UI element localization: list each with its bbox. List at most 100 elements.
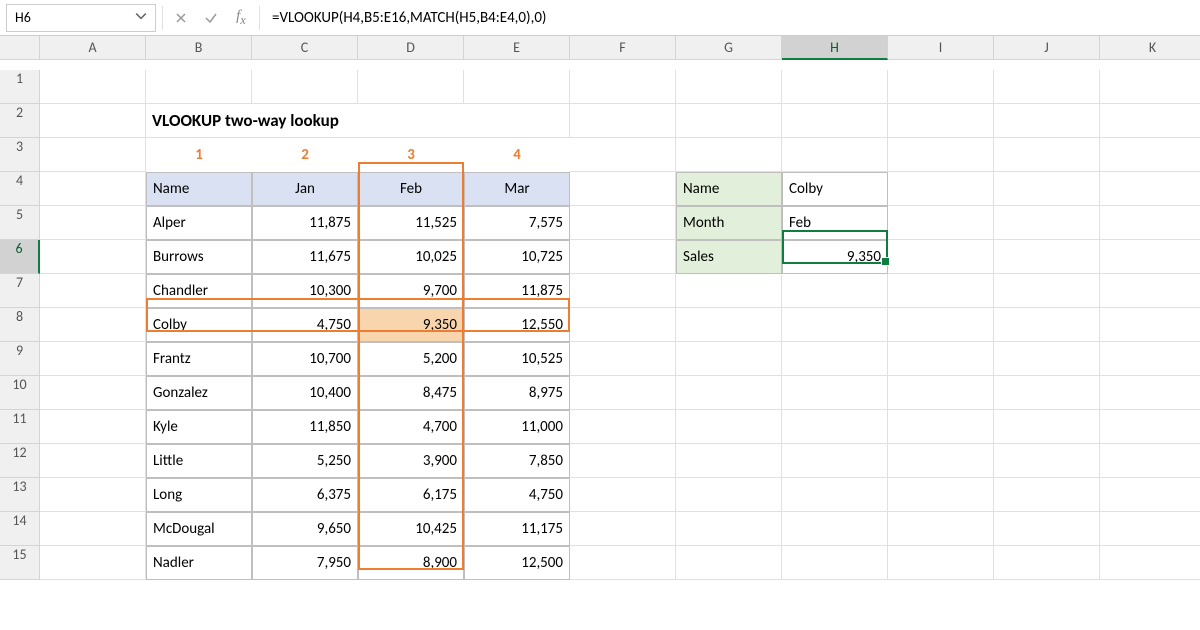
cell[interactable] <box>570 342 676 376</box>
cell[interactable] <box>782 478 888 512</box>
cell[interactable] <box>1100 376 1200 410</box>
table-cell[interactable]: 3,900 <box>358 444 464 478</box>
table-cell[interactable]: 8,900 <box>358 546 464 580</box>
table-cell[interactable]: Nadler <box>146 546 252 580</box>
cell[interactable] <box>570 240 676 274</box>
row-header[interactable]: 1 <box>0 70 40 104</box>
cell[interactable] <box>888 138 994 172</box>
cell[interactable] <box>1100 240 1200 274</box>
cell[interactable] <box>782 546 888 580</box>
row-header[interactable]: 6 <box>0 240 40 274</box>
cell[interactable] <box>464 70 570 104</box>
cell[interactable] <box>676 70 782 104</box>
cell[interactable] <box>146 70 252 104</box>
cell[interactable] <box>994 546 1100 580</box>
table-cell[interactable]: 5,200 <box>358 342 464 376</box>
row-header[interactable]: 3 <box>0 138 40 172</box>
row-header[interactable]: 9 <box>0 342 40 376</box>
cell[interactable] <box>994 274 1100 308</box>
table-cell[interactable]: 4,750 <box>252 308 358 342</box>
cell[interactable] <box>994 172 1100 206</box>
cell[interactable] <box>40 138 146 172</box>
table-cell[interactable]: Kyle <box>146 410 252 444</box>
table-cell[interactable]: 10,725 <box>464 240 570 274</box>
col-header[interactable]: E <box>464 36 570 60</box>
cell[interactable] <box>570 444 676 478</box>
table-cell[interactable]: 11,525 <box>358 206 464 240</box>
cell[interactable] <box>994 138 1100 172</box>
table-cell[interactable]: McDougal <box>146 512 252 546</box>
cell[interactable] <box>570 172 676 206</box>
row-header[interactable]: 8 <box>0 308 40 342</box>
cell[interactable] <box>676 342 782 376</box>
col-header[interactable]: J <box>994 36 1100 60</box>
row-header[interactable]: 5 <box>0 206 40 240</box>
table-cell[interactable]: 11,875 <box>252 206 358 240</box>
select-all-corner[interactable] <box>0 36 40 60</box>
table-cell[interactable]: 6,375 <box>252 478 358 512</box>
cell[interactable] <box>570 70 676 104</box>
cell[interactable] <box>40 546 146 580</box>
lookup-label[interactable]: Name <box>676 172 782 206</box>
table-cell[interactable]: 11,875 <box>464 274 570 308</box>
table-cell[interactable]: 4,750 <box>464 478 570 512</box>
table-cell[interactable]: Alper <box>146 206 252 240</box>
cell[interactable] <box>676 478 782 512</box>
table-cell[interactable]: Frantz <box>146 342 252 376</box>
cell[interactable] <box>676 410 782 444</box>
cancel-icon[interactable] <box>169 6 193 30</box>
cell[interactable] <box>676 308 782 342</box>
row-header[interactable]: 4 <box>0 172 40 206</box>
cell[interactable] <box>40 512 146 546</box>
table-cell[interactable]: 11,000 <box>464 410 570 444</box>
cell[interactable] <box>888 546 994 580</box>
cell[interactable] <box>40 308 146 342</box>
sheet-title[interactable]: VLOOKUP two-way lookup <box>146 104 570 138</box>
cell[interactable] <box>570 308 676 342</box>
cell[interactable] <box>994 70 1100 104</box>
cell[interactable] <box>782 342 888 376</box>
row-header[interactable]: 7 <box>0 274 40 308</box>
cell[interactable] <box>1100 206 1200 240</box>
cell[interactable] <box>994 478 1100 512</box>
row-header[interactable]: 12 <box>0 444 40 478</box>
cell[interactable] <box>676 138 782 172</box>
cell[interactable] <box>888 342 994 376</box>
cell[interactable] <box>782 104 888 138</box>
cell[interactable] <box>888 410 994 444</box>
cell[interactable] <box>676 274 782 308</box>
cell[interactable] <box>570 206 676 240</box>
cell[interactable] <box>570 512 676 546</box>
cell[interactable] <box>994 512 1100 546</box>
cell[interactable] <box>40 240 146 274</box>
cell[interactable] <box>994 104 1100 138</box>
cell[interactable] <box>994 240 1100 274</box>
cell[interactable] <box>570 546 676 580</box>
table-cell[interactable]: 8,475 <box>358 376 464 410</box>
cell[interactable] <box>570 410 676 444</box>
cell[interactable] <box>1100 172 1200 206</box>
row-header[interactable]: 10 <box>0 376 40 410</box>
cell[interactable] <box>1100 512 1200 546</box>
cell[interactable] <box>1100 138 1200 172</box>
col-header[interactable]: K <box>1100 36 1200 60</box>
cell[interactable] <box>570 478 676 512</box>
name-box[interactable]: H6 <box>6 4 156 32</box>
cell[interactable] <box>888 172 994 206</box>
cell[interactable] <box>994 410 1100 444</box>
table-header[interactable]: Mar <box>464 172 570 206</box>
col-header[interactable]: A <box>40 36 146 60</box>
cell[interactable] <box>676 444 782 478</box>
formula-input[interactable]: =VLOOKUP(H4,B5:E16,MATCH(H5,B4:E4,0),0) <box>266 9 546 27</box>
cell[interactable] <box>676 104 782 138</box>
col-header[interactable]: B <box>146 36 252 60</box>
table-cell[interactable]: 6,175 <box>358 478 464 512</box>
cell[interactable] <box>888 308 994 342</box>
table-cell[interactable]: Burrows <box>146 240 252 274</box>
cell[interactable] <box>1100 546 1200 580</box>
col-header[interactable]: F <box>570 36 676 60</box>
table-cell[interactable]: 10,425 <box>358 512 464 546</box>
cell[interactable] <box>782 308 888 342</box>
cell[interactable] <box>676 376 782 410</box>
cell[interactable] <box>40 104 146 138</box>
